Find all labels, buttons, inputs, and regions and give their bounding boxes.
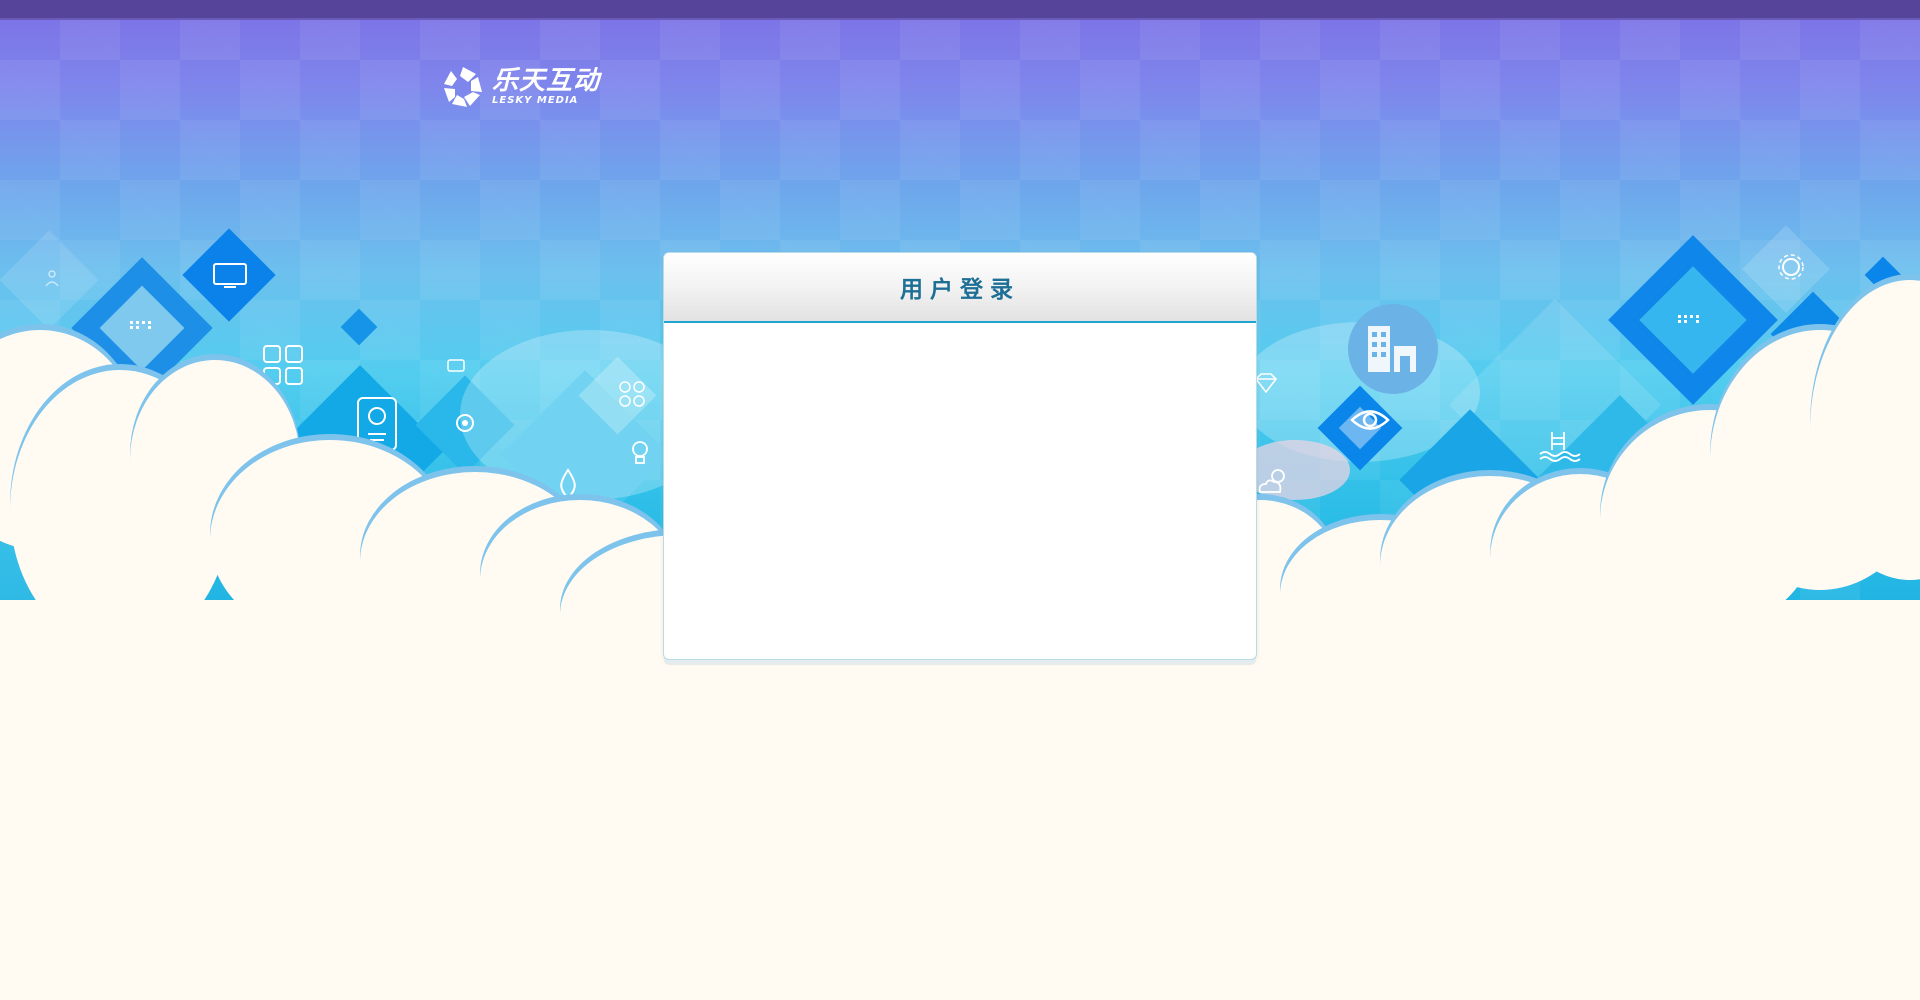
login-header: 用户登录 <box>664 253 1256 323</box>
pool-icon <box>1539 432 1581 462</box>
bulb-icon <box>632 441 648 464</box>
apps-icon <box>619 381 645 407</box>
brand-logo: 乐天互动 LESKY MEDIA <box>440 64 600 110</box>
refresh-icon <box>456 414 474 432</box>
monitor-icon <box>213 263 247 288</box>
grid-icon <box>263 345 303 385</box>
brand-name-en: LESKY MEDIA <box>492 95 579 106</box>
brand-name-cn: 乐天互动 <box>492 66 601 96</box>
chat-icon <box>447 359 465 372</box>
cloud-floor <box>0 600 1920 1000</box>
building-icon <box>1368 326 1416 372</box>
person-icon <box>45 270 59 287</box>
eye-icon <box>1350 410 1390 430</box>
aperture-logo-icon <box>444 67 482 107</box>
diamond-gem-icon <box>1254 373 1278 394</box>
login-page: 乐天互动 LESKY MEDIA 用户登录 <box>0 0 1920 1000</box>
login-panel: 用户登录 <box>663 252 1257 660</box>
settings-icon <box>1778 254 1804 280</box>
wifi-dots-icon <box>1678 315 1699 323</box>
login-form-area <box>664 323 1256 657</box>
top-bar <box>0 0 1920 20</box>
login-title: 用户登录 <box>900 277 1020 303</box>
weather-icon <box>1258 469 1285 493</box>
drop-icon <box>560 468 576 500</box>
wifi-dots-icon <box>130 321 151 329</box>
